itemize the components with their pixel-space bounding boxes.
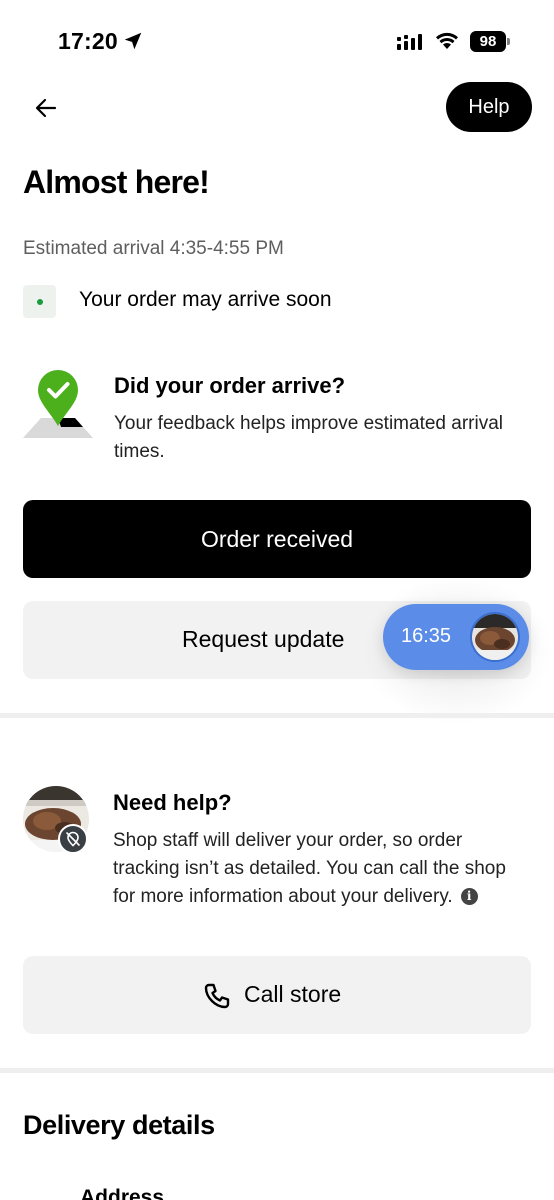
- arrow-left-icon: [35, 98, 57, 118]
- delivery-badge: [58, 824, 88, 854]
- help-title: Need help?: [113, 790, 232, 815]
- feedback-title: Did your order arrive?: [114, 373, 346, 398]
- request-update-label: Request update: [182, 626, 345, 652]
- feedback-description: Your feedback helps improve estimated ar…: [114, 413, 503, 462]
- order-status-text: Your order may arrive soon: [79, 288, 332, 311]
- order-received-button[interactable]: Order received: [23, 500, 531, 578]
- map-pin-check-icon: [23, 370, 93, 438]
- signal-icon: [397, 34, 422, 50]
- status-bar: 17:20 98: [0, 0, 554, 82]
- section-divider: [0, 1068, 554, 1073]
- back-button[interactable]: [28, 90, 64, 126]
- page-title: Almost here!: [23, 164, 210, 200]
- help-description-text: Shop staff will deliver your order, so o…: [113, 830, 506, 907]
- help-button[interactable]: Help: [446, 82, 532, 132]
- status-indicator: [23, 285, 56, 318]
- info-icon[interactable]: i: [460, 888, 478, 905]
- location-arrow-icon: [124, 32, 142, 50]
- food-thumbnail: [470, 612, 520, 662]
- battery-nub: [507, 38, 510, 45]
- delivery-details-title: Delivery details: [23, 1110, 215, 1140]
- call-store-label: Call store: [244, 981, 342, 1007]
- no-tracking-icon: [66, 831, 80, 847]
- wifi-icon: [436, 32, 458, 49]
- address-label: Address: [80, 1186, 165, 1200]
- timer-pill[interactable]: 16:35: [383, 604, 529, 670]
- timer-text: 16:35: [401, 625, 452, 647]
- estimated-arrival: Estimated arrival 4:35-4:55 PM: [23, 238, 284, 259]
- phone-icon: [204, 983, 230, 1009]
- help-description: Shop staff will deliver your order, so o…: [113, 827, 513, 911]
- call-store-button[interactable]: Call store: [23, 956, 531, 1034]
- battery-indicator: 98: [470, 31, 506, 52]
- section-divider: [0, 713, 554, 718]
- status-time: 17:20: [58, 28, 118, 54]
- status-dot: [36, 298, 43, 305]
